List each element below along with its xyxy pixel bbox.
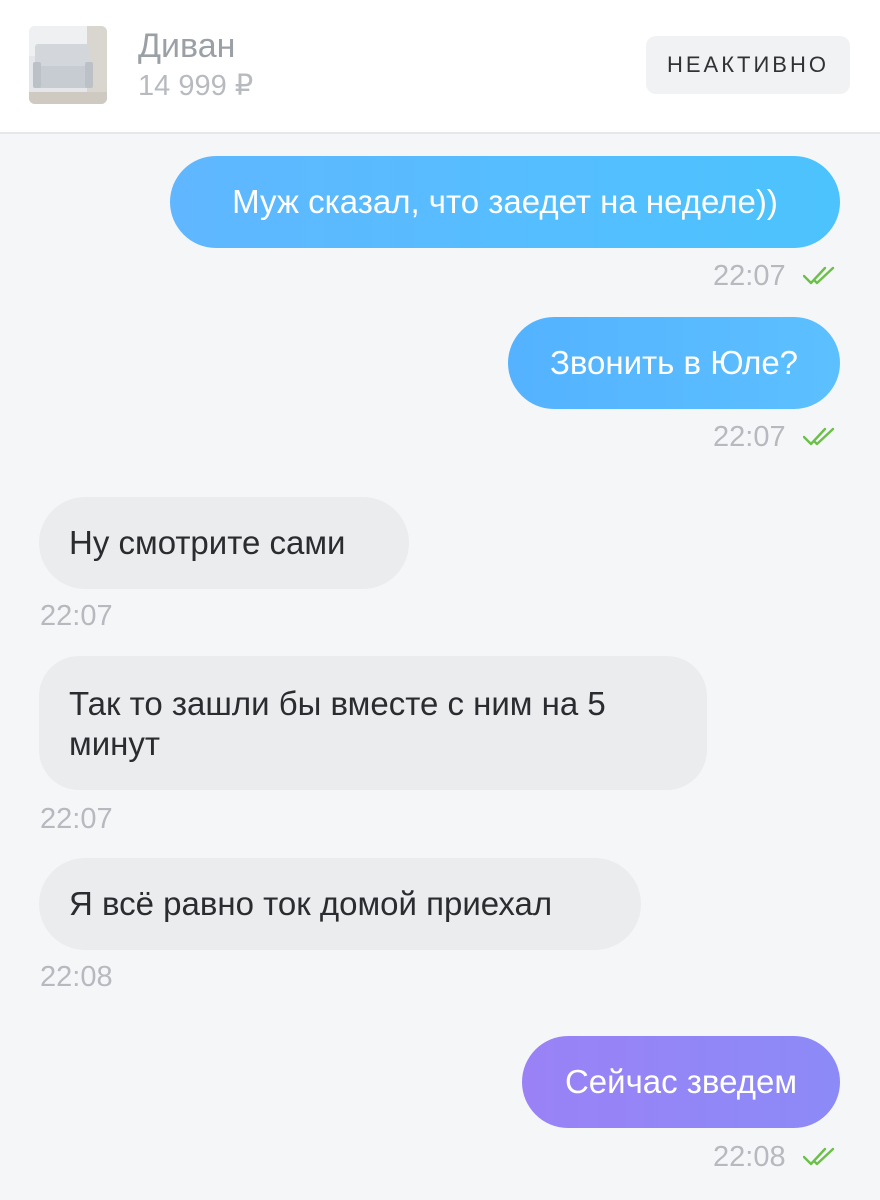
- read-double-check-icon: [803, 1147, 835, 1166]
- message-text: Муж сказал, что заедет на неделе)): [232, 183, 778, 220]
- chat-header: Диван 14 999 ₽ НЕАКТИВНО: [0, 0, 880, 134]
- message-time: 22:07: [713, 421, 786, 453]
- product-title[interactable]: Диван: [138, 26, 235, 66]
- message-text: Так то зашли бы вместе с ним на 5 минут: [69, 685, 606, 762]
- message-time: 22:08: [40, 961, 113, 993]
- incoming-message-bubble[interactable]: Так то зашли бы вместе с ним на 5 минут: [39, 656, 707, 790]
- outgoing-message-bubble[interactable]: Муж сказал, что заедет на неделе)): [170, 156, 840, 248]
- outgoing-message-bubble[interactable]: Звонить в Юле?: [508, 317, 840, 409]
- message-time: 22:08: [713, 1141, 786, 1173]
- product-thumbnail[interactable]: [29, 26, 107, 104]
- read-double-check-icon: [803, 427, 835, 446]
- message-text: Звонить в Юле?: [549, 344, 799, 381]
- message-time: 22:07: [40, 600, 113, 632]
- message-time: 22:07: [40, 803, 113, 835]
- read-double-check-icon: [803, 266, 835, 285]
- message-text: Сейчас зведем: [564, 1063, 798, 1100]
- outgoing-message-bubble[interactable]: Сейчас зведем: [522, 1036, 840, 1128]
- message-time: 22:07: [713, 260, 786, 292]
- status-badge: НЕАКТИВНО: [646, 36, 850, 94]
- incoming-message-bubble[interactable]: Я всё равно ток домой приехал: [39, 858, 641, 950]
- message-text: Я всё равно ток домой приехал: [69, 885, 553, 922]
- sofa-thumbnail-icon: [29, 26, 107, 104]
- message-text: Ну смотрите сами: [69, 524, 346, 561]
- product-price: 14 999 ₽: [138, 70, 254, 102]
- incoming-message-bubble[interactable]: Ну смотрите сами: [39, 497, 409, 589]
